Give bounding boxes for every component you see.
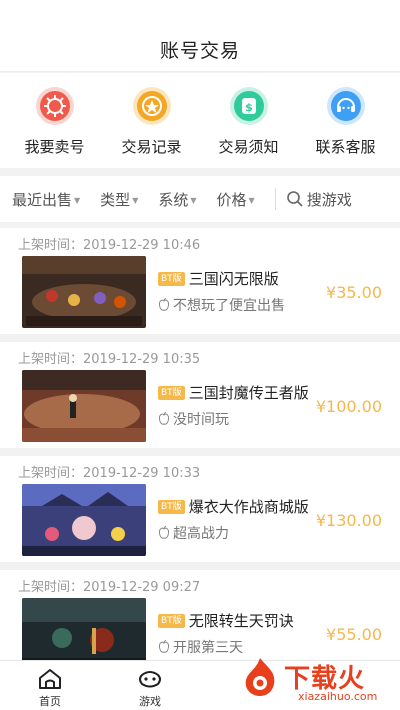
contact-service-label: 联系客服 xyxy=(315,138,376,156)
apple-icon xyxy=(158,526,170,539)
apple-icon xyxy=(158,298,170,311)
listing-time: 上架时间：2019-12-29 10:33 xyxy=(18,466,201,481)
app-header: 账号交易 xyxy=(0,0,400,72)
listing-card[interactable]: 上架时间：2019-12-29 10:33 BT版 爆衣大作战商城版 超高战力 … xyxy=(0,456,400,562)
listing-desc: 没时间玩 xyxy=(158,409,229,429)
chevron-down-icon: ▼ xyxy=(132,195,139,205)
game-name: 三国封魔传王者版 xyxy=(188,384,309,402)
listing-card[interactable]: 上架时间：2019-12-29 10:35 BT版 三国封魔传王者版 没时间玩 … xyxy=(0,342,400,448)
filter-price[interactable]: 价格 ▼ xyxy=(217,189,255,210)
trade-record-button[interactable]: 交易记录 xyxy=(107,87,197,157)
filter-bar: 最近出售 ▼ 类型 ▼ 系统 ▼ 价格 ▼ 搜游戏 xyxy=(0,176,400,222)
game-thumbnail xyxy=(22,370,146,442)
quick-actions: 我要卖号 交易记录 $ 交易须知 联系客服 xyxy=(0,73,400,168)
bt-badge: BT版 xyxy=(158,499,185,514)
filter-type-label: 类型 xyxy=(100,190,131,209)
listing-desc-text: 没时间玩 xyxy=(173,412,229,428)
trade-record-label: 交易记录 xyxy=(121,138,182,156)
listing-desc-text: 不想玩了便宜出售 xyxy=(173,298,285,314)
search-games-label: 搜游戏 xyxy=(306,190,352,209)
search-games-button[interactable]: 搜游戏 xyxy=(286,189,352,210)
apple-icon xyxy=(158,640,170,653)
listing-time: 上架时间：2019-12-29 10:46 xyxy=(18,238,201,253)
listing-card[interactable]: 上架时间：2019-12-29 10:46 BT版 三国闪无限版 不想玩了便宜出… xyxy=(0,228,400,334)
tab-games[interactable]: 游戏 xyxy=(120,667,180,709)
tab-home-label: 首页 xyxy=(39,695,61,708)
sell-account-button[interactable]: 我要卖号 xyxy=(10,87,100,157)
service-icon xyxy=(326,87,365,125)
sell-account-label: 我要卖号 xyxy=(24,138,85,156)
listing-desc: 不想玩了便宜出售 xyxy=(158,295,285,315)
record-icon xyxy=(132,87,171,125)
notice-icon: $ xyxy=(229,87,268,125)
listing-title: BT版 三国闪无限版 xyxy=(158,268,279,289)
chevron-down-icon: ▼ xyxy=(190,195,197,205)
game-name: 无限转生天罚诀 xyxy=(188,612,294,630)
filter-system-label: 系统 xyxy=(158,190,189,209)
chevron-down-icon: ▼ xyxy=(248,195,255,205)
listing-time: 上架时间：2019-12-29 10:35 xyxy=(18,352,201,367)
bt-badge: BT版 xyxy=(158,271,185,286)
listing-desc-text: 超高战力 xyxy=(173,526,229,542)
flame-icon xyxy=(245,658,275,696)
chevron-down-icon: ▼ xyxy=(74,195,81,205)
tab-home[interactable]: 首页 xyxy=(20,667,80,709)
page-title: 账号交易 xyxy=(159,40,240,62)
bt-badge: BT版 xyxy=(158,385,185,400)
home-icon xyxy=(39,669,61,689)
listing-price: ¥100.00 xyxy=(315,397,382,416)
game-thumbnail xyxy=(22,484,146,556)
sell-icon xyxy=(35,87,74,125)
filter-recent[interactable]: 最近出售 ▼ xyxy=(12,189,80,210)
listing-price: ¥130.00 xyxy=(315,511,382,530)
listing-desc: 超高战力 xyxy=(158,523,229,543)
filter-type[interactable]: 类型 ▼ xyxy=(100,189,138,210)
apple-icon xyxy=(158,412,170,425)
watermark-logo: 下载火 xiazaihuo.com xyxy=(232,640,400,710)
trade-notice-label: 交易须知 xyxy=(218,138,279,156)
listing-title: BT版 无限转生天罚诀 xyxy=(158,610,294,631)
listing-desc: 开服第三天 xyxy=(158,637,243,657)
game-name: 三国闪无限版 xyxy=(188,270,279,288)
bt-badge: BT版 xyxy=(158,613,185,628)
trade-notice-button[interactable]: $ 交易须知 xyxy=(204,87,294,157)
divider xyxy=(274,188,276,210)
listing-list: 上架时间：2019-12-29 10:46 BT版 三国闪无限版 不想玩了便宜出… xyxy=(0,228,400,684)
game-icon xyxy=(139,671,161,688)
watermark-site: xiazaihuo.com xyxy=(298,690,378,703)
game-name: 爆衣大作战商城版 xyxy=(188,498,309,516)
game-thumbnail xyxy=(22,256,146,328)
listing-price: ¥35.00 xyxy=(326,283,382,302)
listing-title: BT版 三国封魔传王者版 xyxy=(158,382,309,403)
filter-system[interactable]: 系统 ▼ xyxy=(158,189,196,210)
listing-time: 上架时间：2019-12-29 09:27 xyxy=(18,580,201,595)
filter-recent-label: 最近出售 xyxy=(12,190,73,209)
contact-service-button[interactable]: 联系客服 xyxy=(301,87,391,157)
listing-title: BT版 爆衣大作战商城版 xyxy=(158,496,309,517)
tab-games-label: 游戏 xyxy=(139,695,161,708)
filter-price-label: 价格 xyxy=(216,190,247,209)
svg-text:$: $ xyxy=(245,101,253,114)
search-icon xyxy=(286,191,303,207)
